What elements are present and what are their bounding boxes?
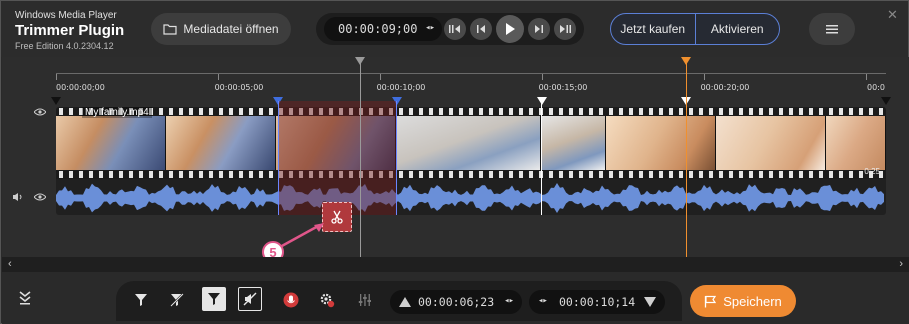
filter-icon: [135, 294, 147, 306]
open-media-label: Mediadatei öffnen: [183, 22, 279, 36]
save-button[interactable]: Speichern: [690, 285, 796, 317]
sprocket-strip: [56, 171, 886, 178]
flag-icon: [705, 295, 717, 307]
sprocket-strip: [56, 108, 886, 115]
collapse-icon: [19, 291, 31, 305]
audio-mixer-button[interactable]: [352, 287, 378, 313]
clip-end-marker-icon: [881, 97, 891, 105]
eye-icon[interactable]: [34, 108, 46, 116]
timeline-area[interactable]: 00:00:00;00 00:00:05;00 00:00:10;00 00:0…: [2, 57, 909, 272]
scroll-left-icon[interactable]: ‹: [8, 258, 12, 270]
selection-bounds[interactable]: [278, 101, 397, 215]
prev-frame-button[interactable]: [444, 18, 466, 40]
start-time-value: 00:00:06;23: [418, 295, 495, 309]
clip-duration-label: 0:25: [864, 167, 880, 176]
current-time-value: 00:00:09;00: [338, 22, 418, 36]
folder-icon: [163, 24, 178, 35]
remove-filter-icon: [170, 293, 184, 307]
end-time-step-icon[interactable]: ◂▸: [538, 296, 548, 306]
mixer-icon: [358, 294, 371, 306]
prev-frame-icon: [449, 25, 460, 33]
bottom-toolbar: 00:00:06;23 ◂▸ ◂▸ 00:00:10;14 Speichern: [2, 272, 909, 324]
marker-out-icon: [644, 297, 657, 307]
menu-button[interactable]: [809, 13, 855, 45]
header-bar: Windows Media Player Trimmer Plugin Free…: [1, 1, 908, 57]
video-thumbnail: [166, 116, 276, 170]
buy-now-button[interactable]: Jetzt kaufen: [611, 14, 695, 44]
scissors-icon: [331, 210, 343, 224]
scroll-right-icon[interactable]: ›: [899, 258, 903, 270]
time-step-icon[interactable]: ◂▸: [425, 23, 435, 33]
step-back-icon: [477, 25, 485, 33]
settings-button[interactable]: [314, 287, 340, 313]
step-back-button[interactable]: [470, 18, 492, 40]
video-thumbnail: [826, 116, 886, 170]
plugin-title: Trimmer Plugin: [15, 22, 125, 39]
collapse-button[interactable]: [12, 285, 38, 311]
trimmer-window: Windows Media Player Trimmer Plugin Free…: [0, 0, 909, 324]
end-time-field[interactable]: ◂▸ 00:00:10;14: [529, 290, 665, 314]
split-line[interactable]: [541, 101, 542, 215]
activate-button[interactable]: Aktivieren: [696, 14, 780, 44]
split-marker-icon: [537, 97, 547, 105]
next-frame-button[interactable]: [554, 18, 576, 40]
record-voice-button[interactable]: [278, 287, 304, 313]
marker-filter-toggle[interactable]: [202, 287, 226, 311]
current-time-field[interactable]: 00:00:09;00 ◂▸: [324, 17, 442, 41]
play-icon: [506, 23, 515, 35]
settings-icon: [320, 293, 335, 308]
play-button[interactable]: [496, 15, 524, 43]
video-thumbnail: [396, 116, 541, 170]
mute-icon: [243, 292, 257, 306]
speaker-icon[interactable]: [12, 192, 24, 202]
close-icon[interactable]: ✕: [887, 7, 898, 23]
edition-label: Free Edition 4.0.2304.12: [15, 41, 114, 51]
mic-icon: [283, 292, 299, 308]
step-forward-icon: [535, 25, 543, 33]
video-thumbnail: [606, 116, 716, 170]
timeline-scrollbar[interactable]: ‹ ›: [2, 257, 909, 272]
open-media-button[interactable]: Mediadatei öffnen: [151, 13, 291, 45]
video-thumbnail: [716, 116, 826, 170]
license-buttons: Jetzt kaufen Aktivieren: [610, 13, 780, 45]
start-time-step-icon[interactable]: ◂▸: [504, 296, 514, 306]
clip-start-marker-icon: [51, 97, 61, 105]
next-frame-icon: [560, 25, 571, 33]
timeline-markers: [51, 57, 891, 105]
video-thumbnail: [541, 116, 606, 170]
clip-name: My family.mp4: [82, 107, 152, 118]
mute-clip-toggle[interactable]: [238, 287, 262, 311]
save-label: Speichern: [723, 293, 782, 309]
step-forward-button[interactable]: [528, 18, 550, 40]
menu-icon: [826, 25, 838, 34]
marker-filter-icon: [208, 293, 220, 305]
position-line[interactable]: [686, 57, 687, 272]
video-filmstrip: My family.mp4 0:25: [56, 107, 886, 179]
marker-in-icon: [399, 297, 411, 307]
app-name: Windows Media Player: [15, 10, 117, 21]
remove-marker-button[interactable]: [164, 287, 190, 313]
playhead-line[interactable]: [360, 57, 361, 257]
start-time-field[interactable]: 00:00:06;23 ◂▸: [390, 290, 522, 314]
video-clip[interactable]: My family.mp4 0:25: [56, 107, 886, 215]
audio-waveform: [56, 183, 884, 213]
eye-icon[interactable]: [34, 193, 46, 201]
transport-controls: 00:00:09;00 ◂▸: [316, 13, 584, 45]
set-marker-button[interactable]: [128, 287, 154, 313]
end-time-value: 00:00:10;14: [559, 295, 636, 309]
video-thumbnail: [56, 116, 166, 170]
